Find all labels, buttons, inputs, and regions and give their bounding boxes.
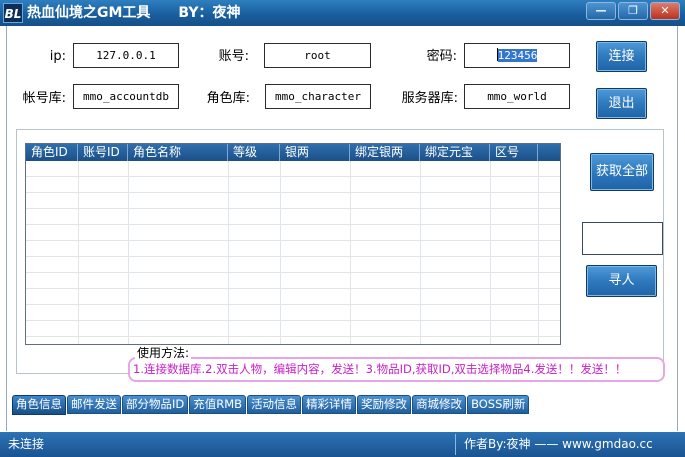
column-header-account-id[interactable]: 账号ID [78, 144, 128, 161]
tab-item-ids[interactable]: 部分物品ID [122, 395, 189, 414]
usage-title: 使用方法: [135, 346, 192, 360]
grid-column-line [78, 161, 79, 344]
find-button[interactable]: 寻人 [586, 265, 657, 297]
column-header-role-id[interactable]: 角色ID [26, 144, 78, 161]
author-credit: 作者By:夜神 —— www.gmdao.cc [464, 437, 653, 451]
grid-column-line [350, 161, 351, 344]
column-header-zone[interactable]: 区号 [490, 144, 538, 161]
grid-column-line [538, 161, 539, 344]
tab-role-info[interactable]: 角色信息 [12, 395, 66, 415]
grid-column-line [490, 161, 491, 344]
title-bar[interactable]: BL 热血仙境之GM工具 BY：夜神 — ❐ ✕ [0, 0, 685, 26]
tab-recharge-rmb[interactable]: 充值RMB [189, 395, 247, 414]
connection-status: 未连接 [8, 437, 45, 451]
account-db-input[interactable]: mmo_accountdb [73, 84, 179, 109]
app-logo-icon: BL [3, 3, 23, 23]
password-selected-text: 123456 [497, 49, 538, 62]
server-db-input[interactable]: mmo_world [464, 84, 570, 109]
column-header-filler [538, 144, 560, 161]
account-input[interactable]: root [264, 43, 371, 68]
ip-input[interactable]: 127.0.0.1 [73, 43, 179, 68]
status-divider [455, 434, 456, 455]
gm-tool-window: BL 热血仙境之GM工具 BY：夜神 — ❐ ✕ ip: 127.0.0.1 账… [0, 0, 685, 457]
grid-column-line [420, 161, 421, 344]
character-table-header: 角色ID 账号ID 角色名称 等级 银两 绑定银两 绑定元宝 区号 [26, 144, 560, 161]
character-table[interactable]: 角色ID 账号ID 角色名称 等级 银两 绑定银两 绑定元宝 区号 [25, 143, 561, 345]
account-label: 账号: [218, 49, 249, 64]
server-db-label: 服务器库: [401, 91, 458, 106]
grid-column-line [128, 161, 129, 344]
exit-button[interactable]: 退出 [596, 88, 647, 119]
column-header-role-name[interactable]: 角色名称 [128, 144, 228, 161]
column-header-bound-yuanbao[interactable]: 绑定元宝 [420, 144, 490, 161]
tab-highlights[interactable]: 精彩详情 [302, 395, 357, 414]
status-bar: 未连接 作者By:夜神 —— www.gmdao.cc [0, 432, 685, 457]
grid-column-line [280, 161, 281, 344]
tab-mail-send[interactable]: 邮件发送 [67, 395, 121, 414]
tab-boss-refresh[interactable]: BOSS刷新 [467, 395, 530, 414]
tab-mall-edit[interactable]: 商城修改 [412, 395, 467, 414]
restore-button[interactable]: ❐ [618, 2, 648, 20]
grid-column-line [228, 161, 229, 344]
find-input[interactable] [582, 222, 663, 255]
password-input[interactable]: 123456 [464, 43, 570, 68]
ip-label: ip: [49, 49, 66, 64]
column-header-silver[interactable]: 银两 [280, 144, 350, 161]
usage-instructions: 1.连接数据库.2.双击人物，编辑内容，发送！3.物品ID,获取ID,双击选择物… [128, 357, 665, 382]
character-db-input[interactable]: mmo_character [265, 84, 371, 109]
password-label: 密码: [426, 49, 457, 64]
character-db-label: 角色库: [206, 91, 250, 106]
connect-button[interactable]: 连接 [596, 41, 647, 72]
tab-reward-edit[interactable]: 奖励修改 [357, 395, 412, 414]
tab-activity-info[interactable]: 活动信息 [247, 395, 302, 414]
character-table-body[interactable] [26, 161, 560, 344]
tab-bar: 角色信息 邮件发送 部分物品ID 充值RMB 活动信息 精彩详情 奖励修改 商城… [12, 395, 530, 415]
column-header-bound-silver[interactable]: 绑定银两 [350, 144, 420, 161]
window-title: 热血仙境之GM工具 BY：夜神 [27, 5, 241, 21]
account-db-label: 帐号库: [22, 91, 66, 106]
close-button[interactable]: ✕ [650, 2, 680, 20]
get-all-button[interactable]: 获取全部 [590, 153, 654, 191]
column-header-level[interactable]: 等级 [228, 144, 280, 161]
minimize-button[interactable]: — [586, 2, 616, 20]
